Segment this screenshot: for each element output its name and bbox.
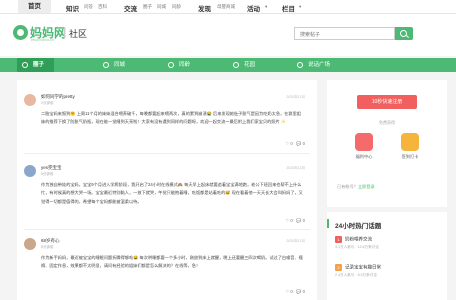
search-input[interactable] bbox=[294, 27, 395, 40]
register-button[interactable]: 10秒快速注册 bbox=[357, 95, 417, 109]
tab-label: 圈子 bbox=[33, 62, 45, 68]
post-text[interactable]: 二胎宝妈来报到🤗 上周11个月的妹妹混合喂养破千，每晚都要起来喂两次，真的累到崩… bbox=[41, 110, 303, 136]
community-tabs: 圈子 同城 同龄 花园 说话广场 bbox=[0, 58, 456, 72]
tab-label: 花园 bbox=[244, 62, 256, 68]
divider bbox=[24, 153, 310, 154]
login-link[interactable]: 立即登录 bbox=[358, 184, 375, 189]
post-time: 2分钟前 bbox=[41, 101, 54, 105]
tab-label: 说话广场 bbox=[308, 62, 331, 68]
sidebar-panel: 10秒快速注册 免费获得 福利中心 签到打卡 已有帐号？立即登录 bbox=[327, 80, 447, 207]
comment-count: 0 bbox=[302, 141, 305, 146]
chevron-down-icon: ▾ bbox=[265, 4, 268, 9]
tab-garden[interactable]: 花园 bbox=[228, 58, 255, 72]
hot-topics-title: 24小时热门话题 bbox=[335, 223, 382, 230]
rank-badge: 2 bbox=[335, 264, 342, 271]
hot-topic-item[interactable]: 1 奶粉喂养交流 3.1万人参与 · 12.6万条讨论 bbox=[335, 236, 445, 250]
login-hint: 已有帐号？立即登录 bbox=[337, 184, 375, 190]
comment-icon[interactable]: 💬 bbox=[296, 289, 301, 294]
tab-circle[interactable]: 圈子 bbox=[17, 58, 55, 72]
like-count: 0 bbox=[290, 141, 293, 146]
post-author[interactable]: yes完宝宝 bbox=[41, 165, 62, 171]
login-hint-text: 已有帐号？ bbox=[337, 184, 358, 189]
shortcut-welfare[interactable]: 福利中心 bbox=[349, 133, 379, 160]
post-time: 5分钟前 bbox=[41, 172, 54, 176]
shortcut-label: 福利中心 bbox=[355, 154, 373, 159]
search-button[interactable] bbox=[395, 27, 413, 40]
hot-topic-item[interactable]: 2 记录宝宝有趣日常 2.4万人参与 · 8.3万条讨论 bbox=[335, 264, 445, 278]
post-date: 2020年12月 bbox=[286, 95, 305, 99]
post-date: 2020年12月 bbox=[286, 166, 305, 170]
tab-square[interactable]: 说话广场 bbox=[292, 58, 330, 72]
tab-label: 同龄 bbox=[179, 62, 191, 68]
post-text[interactable]: 作为新手妈妈，最近被宝宝的睡眠问题折腾得够呛😩 每次哄睡都要一个多小时，刚放到床… bbox=[41, 254, 303, 288]
nav-knowledge-wiki[interactable]: 百科 bbox=[98, 4, 107, 10]
calendar-icon bbox=[401, 133, 419, 151]
like-icon[interactable]: ♡ bbox=[285, 218, 289, 223]
nav-knowledge-qa[interactable]: 问答 bbox=[84, 4, 93, 10]
comment-icon[interactable]: 💬 bbox=[296, 218, 301, 223]
avatar[interactable] bbox=[24, 94, 36, 106]
post-actions: ♡ 0 💬 0 bbox=[285, 218, 305, 224]
shortcut-label: 签到打卡 bbox=[401, 154, 419, 159]
hot-topics-panel: 24小时热门话题 1 奶粉喂养交流 3.1万人参与 · 12.6万条讨论 2 记录宝… bbox=[327, 212, 447, 300]
tab-label: 同城 bbox=[114, 62, 126, 68]
post-actions: ♡ 0 💬 0 bbox=[285, 141, 305, 147]
logo-icon[interactable] bbox=[13, 25, 28, 40]
post-text[interactable]: 作为独自带娃的宝妈，宝宝9个月进入学爬阶段，我开启了24小时在线模式🙈 每天早上… bbox=[41, 181, 303, 215]
hot-topic-title[interactable]: 奶粉喂养交流 bbox=[345, 237, 372, 242]
comment-count: 0 bbox=[302, 289, 305, 294]
avatar[interactable] bbox=[24, 165, 36, 177]
flower-icon bbox=[233, 62, 239, 68]
shortcut-checkin[interactable]: 签到打卡 bbox=[395, 133, 425, 160]
baby-icon bbox=[168, 62, 174, 68]
tab-city[interactable]: 同城 bbox=[98, 58, 125, 72]
location-icon bbox=[103, 62, 109, 68]
logo-url: www.mama.cn bbox=[31, 38, 54, 42]
nav-exchange-age[interactable]: 同龄 bbox=[172, 4, 181, 10]
hot-topic-stats: 3.1万人参与 · 12.6万条讨论 bbox=[335, 245, 379, 249]
section-marker bbox=[327, 219, 329, 228]
gift-icon bbox=[355, 133, 373, 151]
circle-icon bbox=[22, 62, 28, 68]
post-author[interactable]: 如何同学的pretty bbox=[41, 94, 75, 100]
hot-topic-title[interactable]: 记录宝宝有趣日常 bbox=[345, 265, 381, 270]
nav-exchange-city[interactable]: 同城 bbox=[157, 4, 166, 10]
nav-column[interactable]: 栏目 bbox=[282, 3, 295, 13]
comment-count: 0 bbox=[302, 218, 305, 223]
top-nav: 首页 知识 问答 百科 交流 圈子 同城 同龄 发现 母婴商城 活动 ▾ 栏目 … bbox=[0, 0, 456, 14]
comment-icon[interactable]: 💬 bbox=[296, 141, 301, 146]
like-count: 0 bbox=[290, 218, 293, 223]
tab-age[interactable]: 同龄 bbox=[163, 58, 190, 72]
hot-topic-stats: 2.4万人参与 · 8.3万条讨论 bbox=[335, 273, 377, 277]
free-label: 免费获得 bbox=[379, 120, 395, 125]
post-time: 8分钟前 bbox=[41, 245, 54, 249]
rank-badge: 1 bbox=[335, 236, 342, 243]
nav-discover-mall[interactable]: 母婴商城 bbox=[217, 4, 235, 10]
nav-home[interactable]: 首页 bbox=[18, 0, 51, 13]
chevron-down-icon: ▾ bbox=[299, 4, 302, 9]
nav-exchange[interactable]: 交流 bbox=[124, 3, 137, 13]
post-feed: 如何同学的pretty 2分钟前 2020年12月 二胎宝妈来报到🤗 上周11个… bbox=[17, 80, 317, 300]
search-icon bbox=[400, 30, 407, 37]
divider bbox=[24, 229, 310, 230]
logo-divider bbox=[64, 27, 65, 39]
like-icon[interactable]: ♡ bbox=[285, 289, 289, 294]
nav-discover[interactable]: 发现 bbox=[198, 3, 211, 13]
like-count: 0 bbox=[290, 289, 293, 294]
nav-knowledge[interactable]: 知识 bbox=[66, 3, 79, 13]
post-author[interactable]: 68岁有心 bbox=[41, 238, 60, 244]
post-date: 2020年12月 bbox=[286, 239, 305, 243]
nav-activity[interactable]: 活动 bbox=[247, 3, 260, 13]
nav-exchange-circle[interactable]: 圈子 bbox=[143, 4, 152, 10]
chat-icon bbox=[297, 62, 303, 68]
like-icon[interactable]: ♡ bbox=[285, 141, 289, 146]
post-actions: ♡ 0 💬 0 bbox=[285, 289, 305, 295]
section-title: 社区 bbox=[69, 29, 88, 39]
avatar[interactable] bbox=[24, 238, 36, 250]
